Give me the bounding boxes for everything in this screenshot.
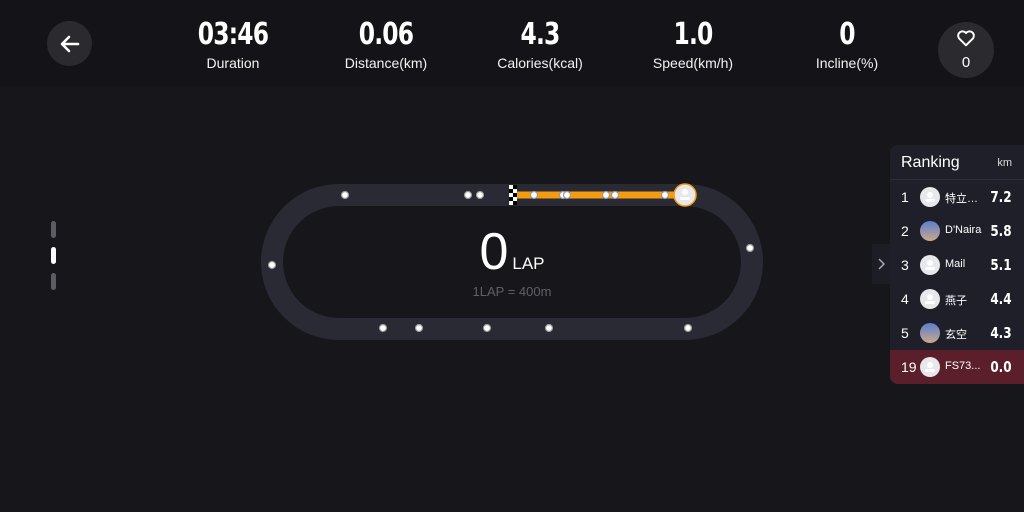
chevron-right-icon xyxy=(878,258,885,270)
runner-dot xyxy=(378,323,388,333)
runner-dot xyxy=(610,190,620,200)
runner-distance: 4.3 xyxy=(990,324,1012,342)
ranking-header: Ranking km xyxy=(890,145,1024,180)
runner-dot xyxy=(544,323,554,333)
runner-dot xyxy=(529,190,539,200)
runner-name: 玄空 xyxy=(945,329,967,341)
avatar xyxy=(920,357,940,377)
ranking-row[interactable]: 3 Mail 5.1 xyxy=(890,248,1024,282)
runner-dot xyxy=(683,323,693,333)
avatar xyxy=(920,323,940,343)
rank-position: 19 xyxy=(901,359,917,375)
runner-dot xyxy=(601,190,611,200)
lap-counter: 0 LAP 1LAP = 400m xyxy=(412,222,612,299)
runner-dot xyxy=(562,190,572,200)
runner-dot xyxy=(267,260,277,270)
runner-name: 燕子 xyxy=(945,295,967,307)
runner-distance: 0.0 xyxy=(990,358,1012,376)
ranking-panel: Ranking km 1 特立… 7.2 2 D'Naira 5.8 3 Mail 5.1 4 燕子… xyxy=(890,145,1024,384)
rank-position: 3 xyxy=(901,257,909,273)
ranking-unit: km xyxy=(997,157,1012,169)
rank-position: 5 xyxy=(901,325,909,341)
lap-unit: LAP xyxy=(512,254,545,273)
runner-name: Mail xyxy=(945,258,966,270)
ranking-row[interactable]: 4 燕子 4.4 xyxy=(890,282,1024,316)
lap-info: 1LAP = 400m xyxy=(472,284,552,299)
runner-dot xyxy=(745,243,755,253)
my-avatar-marker xyxy=(673,183,697,207)
runner-distance: 5.8 xyxy=(990,222,1012,240)
ranking-row-me[interactable]: 19 FS73... 0.0 xyxy=(890,350,1024,384)
finish-flag-icon xyxy=(509,185,517,205)
runner-name: 特立… xyxy=(945,193,978,205)
runner-distance: 7.2 xyxy=(990,188,1012,206)
ranking-row[interactable]: 5 玄空 4.3 xyxy=(890,316,1024,350)
avatar xyxy=(920,187,940,207)
runner-name: D'Naira xyxy=(945,224,982,236)
runner-dot xyxy=(414,323,424,333)
runner-name: FS73... xyxy=(945,360,981,372)
ranking-row[interactable]: 1 特立… 7.2 xyxy=(890,180,1024,214)
rank-position: 1 xyxy=(901,189,909,205)
avatar xyxy=(920,255,940,275)
ranking-title: Ranking xyxy=(901,154,960,171)
runner-dot xyxy=(482,323,492,333)
expand-ranking-button[interactable] xyxy=(872,244,890,284)
runner-distance: 5.1 xyxy=(990,256,1012,274)
avatar xyxy=(920,221,940,241)
runner-dot xyxy=(340,190,350,200)
avatar xyxy=(920,289,940,309)
runner-dot xyxy=(475,190,485,200)
ranking-row[interactable]: 2 D'Naira 5.8 xyxy=(890,214,1024,248)
lap-count: 0 xyxy=(479,223,509,281)
runner-dot xyxy=(463,190,473,200)
runner-dot xyxy=(660,190,670,200)
rank-position: 2 xyxy=(901,223,909,239)
rank-position: 4 xyxy=(901,291,909,307)
runner-distance: 4.4 xyxy=(990,290,1012,308)
